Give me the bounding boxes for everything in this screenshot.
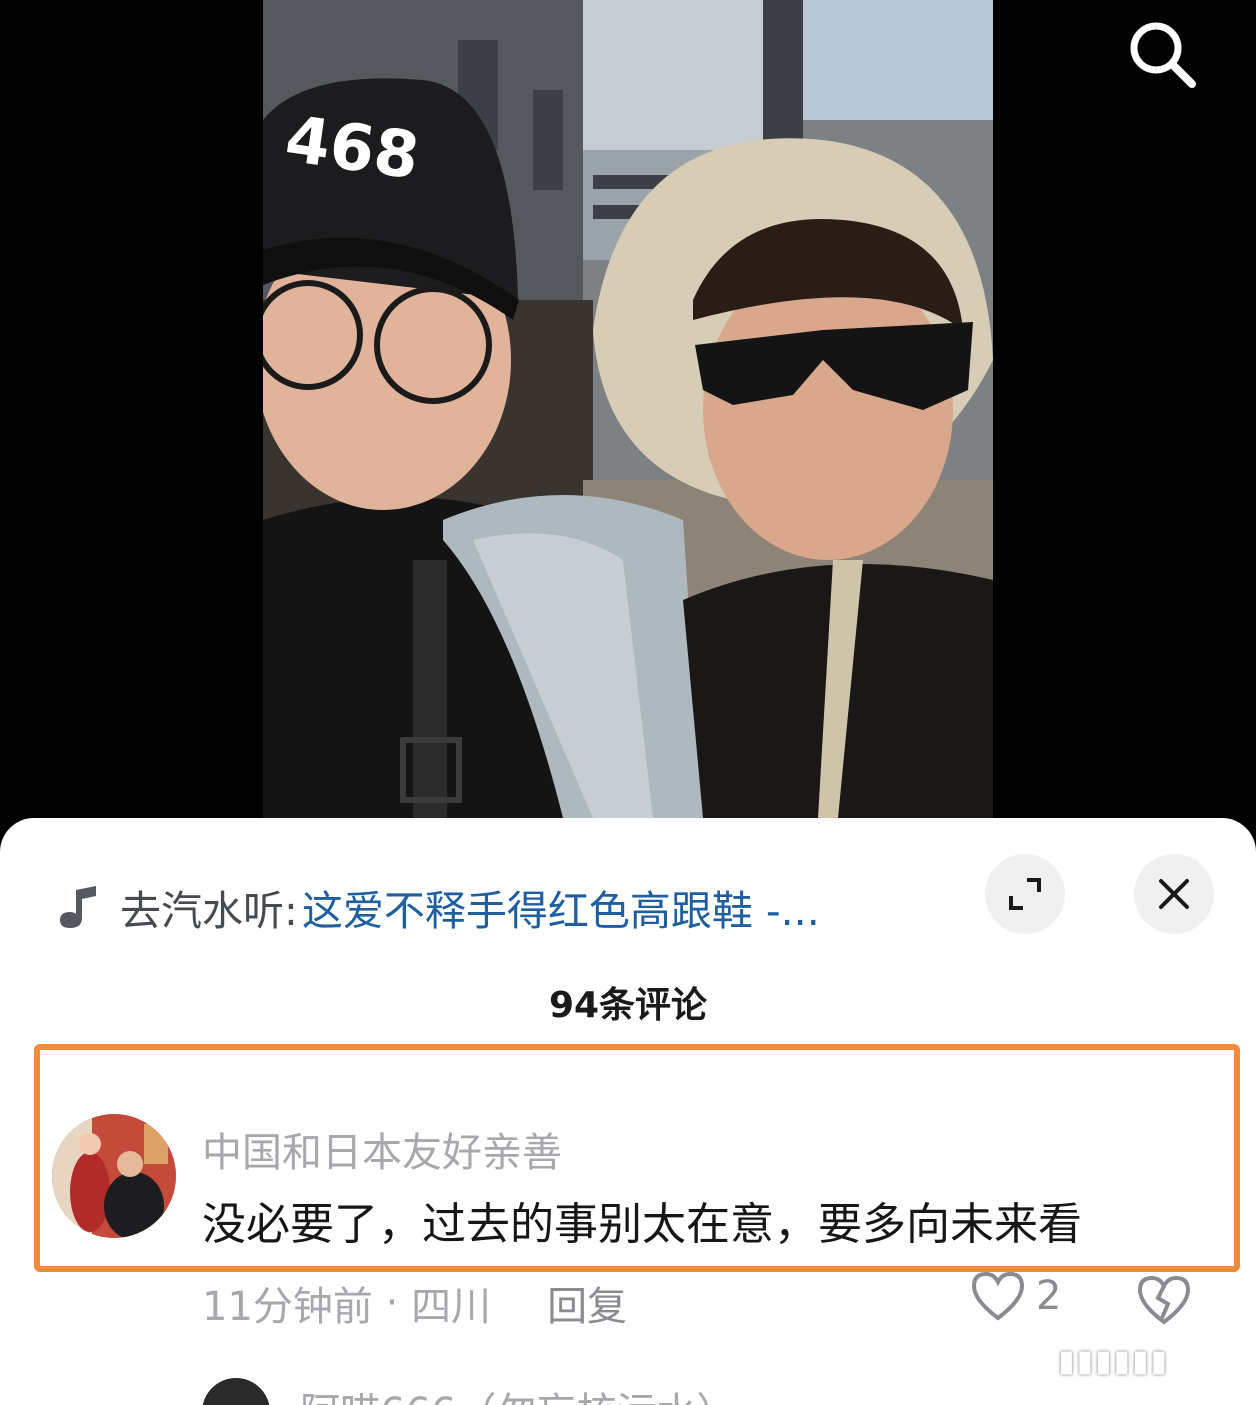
comment-meta: 11分钟前 · 四川 回复 [202,1274,627,1332]
expand-button[interactable] [985,854,1065,934]
dislike-button[interactable] [1136,1274,1192,1330]
like-button[interactable]: 2 [970,1270,1061,1322]
video-player[interactable]: 468 [263,0,993,818]
music-title[interactable]: 这爱不释手得红色高跟鞋 -... [302,877,820,937]
music-prefix: 去汽水听: [120,887,298,935]
comment-text: 没必要了，过去的事别太在意，要多向未来看 [202,1199,1082,1250]
avatar[interactable] [202,1378,270,1405]
meta-separator: · [372,1280,412,1326]
screen: 468 去汽水听: 这爱不释手得红色高跟鞋 -... 94条评论 中国和日本友好… [0,0,1256,1405]
expand-icon [1009,878,1041,910]
search-button[interactable] [1122,14,1202,94]
like-count: 2 [1036,1273,1062,1319]
comment-sheet: 去汽水听: 这爱不释手得红色高跟鞋 -... 94条评论 中国和日本友好亲善 没… [0,818,1256,1405]
music-note-icon [58,883,106,931]
reply-button[interactable]: 回复 [547,1274,627,1332]
watermark: ▮▮▮▮▮▮ [1058,1344,1170,1379]
close-icon [1159,879,1189,909]
heart-icon [971,1271,1025,1321]
comment-count: 94条评论 [548,985,708,1026]
comment-time: 11分钟前 [202,1284,373,1330]
video-frame-image: 468 [263,0,993,818]
close-button[interactable] [1134,854,1214,934]
comment-username[interactable]: 阿喵666（勿忘核污水） [300,1380,736,1405]
comment-location: 四川 [411,1284,492,1330]
comment-item-next[interactable]: 阿喵666（勿忘核污水） [202,1374,1202,1405]
broken-heart-icon [1137,1275,1191,1325]
avatar[interactable] [52,1114,176,1238]
comment-username[interactable]: 中国和日本友好亲善 [202,1120,562,1178]
search-icon [1130,22,1196,88]
